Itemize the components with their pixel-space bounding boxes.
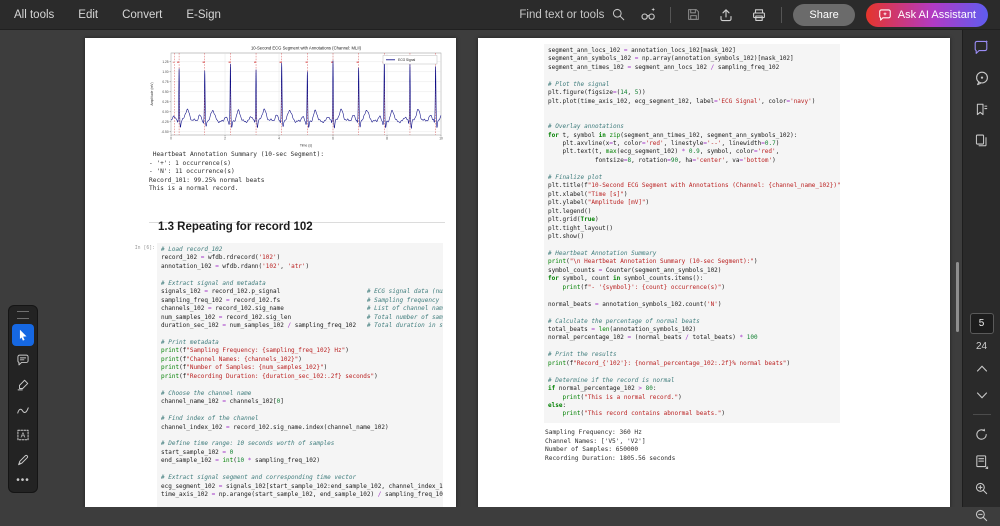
menu-edit[interactable]: Edit (78, 9, 98, 21)
search-icon (611, 7, 626, 22)
ai-glasses-icon (640, 6, 657, 23)
zoom-out-icon (974, 508, 989, 523)
chat-sparkle-icon (878, 8, 892, 22)
svg-text:6: 6 (332, 137, 334, 141)
draw-tool-button[interactable] (12, 399, 34, 421)
svg-text:ECG Signal: ECG Signal (398, 58, 415, 62)
share-label: Share (809, 8, 839, 21)
zoom-in-button[interactable] (969, 477, 995, 499)
nav-divider (972, 414, 991, 415)
svg-text:10-Second ECG Segment with Ann: 10-Second ECG Segment with Annotations (… (251, 46, 362, 51)
rotate-page-button[interactable] (969, 423, 995, 445)
find-bar[interactable]: Find text or tools (519, 7, 626, 22)
comments-panel-button[interactable] (969, 67, 995, 89)
sign-tool-button[interactable] (12, 449, 34, 471)
svg-text:8: 8 (386, 137, 388, 141)
comment-icon (16, 353, 30, 367)
svg-text:-0.50: -0.50 (161, 130, 168, 134)
bookmark-icon (974, 102, 989, 117)
select-tool-button[interactable] (12, 324, 34, 346)
next-page-button[interactable] (969, 384, 995, 406)
page-thumbnails-panel-button[interactable] (969, 129, 995, 151)
svg-text:0.25: 0.25 (162, 100, 168, 104)
svg-text:0.75: 0.75 (162, 80, 168, 84)
svg-text:2: 2 (224, 137, 226, 141)
svg-text:0.00: 0.00 (162, 110, 168, 114)
cell-output-text: Sampling Frequency: 360 Hz Channel Names:… (545, 429, 676, 462)
menu-esign[interactable]: E-Sign (186, 9, 221, 21)
thumbnails-icon (974, 133, 989, 148)
add-text-icon: A (16, 428, 30, 442)
code-cell-right: segment_ann_locs_102 = annotation_locs_1… (544, 44, 840, 423)
fit-page-icon (974, 454, 989, 469)
svg-text:A: A (21, 433, 26, 440)
print-icon (751, 7, 767, 23)
section-heading: 1.3 Repeating for record 102 (158, 221, 313, 233)
pdf-page-right: segment_ann_locs_102 = annotation_locs_1… (478, 38, 950, 507)
ask-ai-label: Ask AI Assistant (897, 8, 976, 21)
ai-glasses-button[interactable] (637, 4, 659, 26)
svg-text:Amplitude (mV): Amplitude (mV) (150, 82, 154, 105)
svg-text:0: 0 (170, 137, 172, 141)
menu-convert[interactable]: Convert (122, 9, 162, 21)
save-icon (686, 7, 701, 22)
find-label: Find text or tools (519, 8, 605, 21)
share-button[interactable]: Share (793, 3, 855, 26)
ask-ai-assistant-button[interactable]: Ask AI Assistant (865, 2, 988, 27)
page-number-input[interactable]: 5 (969, 313, 994, 334)
document-canvas: +NNNNNNNNNNN0246810-0.50-0.250.000.250.5… (0, 30, 963, 507)
bookmarks-panel-button[interactable] (969, 98, 995, 120)
svg-text:4: 4 (278, 137, 280, 141)
more-tools-button[interactable]: ••• (16, 474, 30, 488)
svg-text:1.00: 1.00 (162, 70, 168, 74)
ai-assistant-panel-button[interactable] (969, 36, 995, 58)
pdf-page-left: +NNNNNNNNNNN0246810-0.50-0.250.000.250.5… (85, 38, 456, 507)
vertical-scrollbar[interactable] (956, 262, 959, 332)
rotate-icon (974, 427, 989, 442)
menu-bar: All tools Edit Convert E-Sign (14, 9, 221, 21)
code-cell-left: # Load record_102 record_102 = wfdb.rdrec… (157, 243, 443, 507)
cell-output-text: Heartbeat Annotation Summary (10-sec Seg… (149, 151, 325, 193)
draw-icon (16, 403, 30, 417)
ecg-chart: +NNNNNNNNNNN0246810-0.50-0.250.000.250.5… (149, 44, 445, 148)
upload-icon (718, 7, 734, 23)
svg-text:Time (s): Time (s) (300, 143, 312, 147)
svg-text:10: 10 (439, 137, 443, 141)
svg-text:-0.25: -0.25 (161, 120, 168, 124)
chevron-down-icon (976, 391, 988, 400)
highlight-tool-button[interactable] (12, 374, 34, 396)
top-toolbar: All tools Edit Convert E-Sign Find text … (0, 0, 1000, 30)
zoom-out-button[interactable] (969, 504, 995, 526)
print-button[interactable] (748, 4, 770, 26)
ai-assistant-icon (973, 39, 990, 56)
save-button[interactable] (682, 4, 704, 26)
cell-prompt-label: In [6]: (134, 246, 155, 251)
svg-text:1.25: 1.25 (162, 60, 168, 64)
upload-button[interactable] (715, 4, 737, 26)
right-rail: 5 24 (962, 30, 1000, 521)
quick-tools-panel: A ••• (8, 305, 38, 493)
panel-drag-handle[interactable] (17, 311, 29, 319)
select-icon (16, 328, 30, 342)
svg-text:0.50: 0.50 (162, 90, 168, 94)
menu-all-tools[interactable]: All tools (14, 9, 54, 21)
highlight-icon (16, 378, 30, 392)
comments-icon (974, 70, 990, 86)
toolbar-divider (781, 6, 783, 23)
fit-page-button[interactable] (969, 450, 995, 472)
toolbar-divider (670, 6, 672, 23)
add-text-tool-button[interactable]: A (12, 424, 34, 446)
comment-tool-button[interactable] (12, 349, 34, 371)
zoom-in-icon (974, 481, 989, 496)
previous-page-button[interactable] (969, 357, 995, 379)
total-pages-label: 24 (975, 341, 988, 352)
chevron-up-icon (976, 364, 988, 373)
sign-icon (16, 453, 30, 467)
